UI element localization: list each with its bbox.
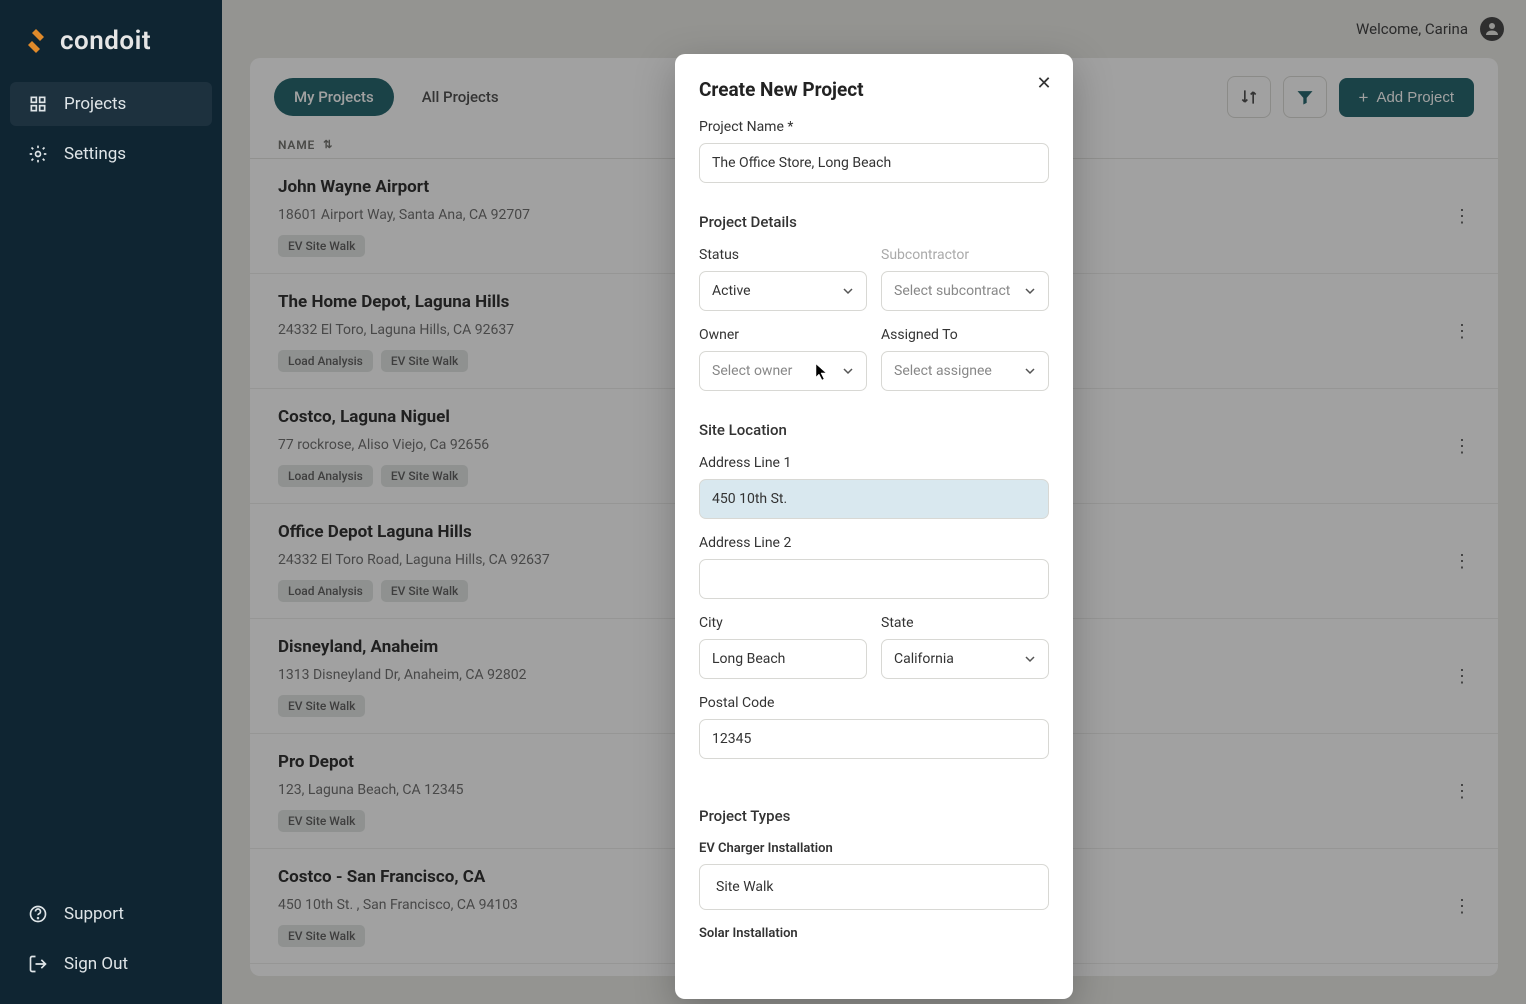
sidebar: condoit Projects Settings Sup [0,0,222,1004]
assigned-select[interactable]: Select assignee [881,351,1049,391]
modal-overlay[interactable]: ✕ Create New Project Project Name * Proj… [222,0,1526,1004]
postal-input[interactable] [699,719,1049,759]
sidebar-item-signout[interactable]: Sign Out [10,942,212,986]
sidebar-item-support[interactable]: Support [10,892,212,936]
sidebar-item-projects[interactable]: Projects [10,82,212,126]
state-select[interactable]: California [881,639,1049,679]
projects-icon [28,94,48,114]
label-state: State [881,615,1049,631]
type-site-walk[interactable]: Site Walk [699,864,1049,910]
sidebar-nav: Projects Settings [0,82,222,176]
main: Welcome, Carina My Projects All Projects [222,0,1526,1004]
brand-name: condoit [60,26,151,56]
label-solar: Solar Installation [699,926,1049,941]
label-ev-charger: EV Charger Installation [699,841,1049,856]
brand-logo: condoit [0,18,222,82]
label-subcontractor: Subcontractor [881,247,1049,263]
label-address1: Address Line 1 [699,455,1049,471]
label-project-types: Project Types [699,807,1049,825]
sidebar-item-label: Projects [64,94,126,114]
subcontractor-select[interactable]: Select subcontract [881,271,1049,311]
label-owner: Owner [699,327,867,343]
sidebar-item-settings[interactable]: Settings [10,132,212,176]
label-city: City [699,615,867,631]
label-site-location: Site Location [699,421,1049,439]
project-name-input[interactable] [699,143,1049,183]
status-select[interactable]: Active [699,271,867,311]
label-project-details: Project Details [699,213,1049,231]
create-project-modal: ✕ Create New Project Project Name * Proj… [675,54,1073,999]
sidebar-item-label: Settings [64,144,126,164]
label-postal: Postal Code [699,695,1049,711]
signout-icon [28,954,48,974]
gear-icon [28,144,48,164]
logo-icon [22,27,50,55]
label-status: Status [699,247,867,263]
modal-title: Create New Project [699,78,1049,101]
owner-select[interactable]: Select owner [699,351,867,391]
city-input[interactable] [699,639,867,679]
help-icon [28,904,48,924]
address1-input[interactable] [699,479,1049,519]
sidebar-item-label: Sign Out [64,954,128,974]
label-assigned-to: Assigned To [881,327,1049,343]
sidebar-item-label: Support [64,904,124,924]
label-address2: Address Line 2 [699,535,1049,551]
label-project-name: Project Name * [699,119,1049,135]
close-icon[interactable]: ✕ [1033,72,1055,94]
sidebar-bottom: Support Sign Out [0,892,222,986]
address2-input[interactable] [699,559,1049,599]
